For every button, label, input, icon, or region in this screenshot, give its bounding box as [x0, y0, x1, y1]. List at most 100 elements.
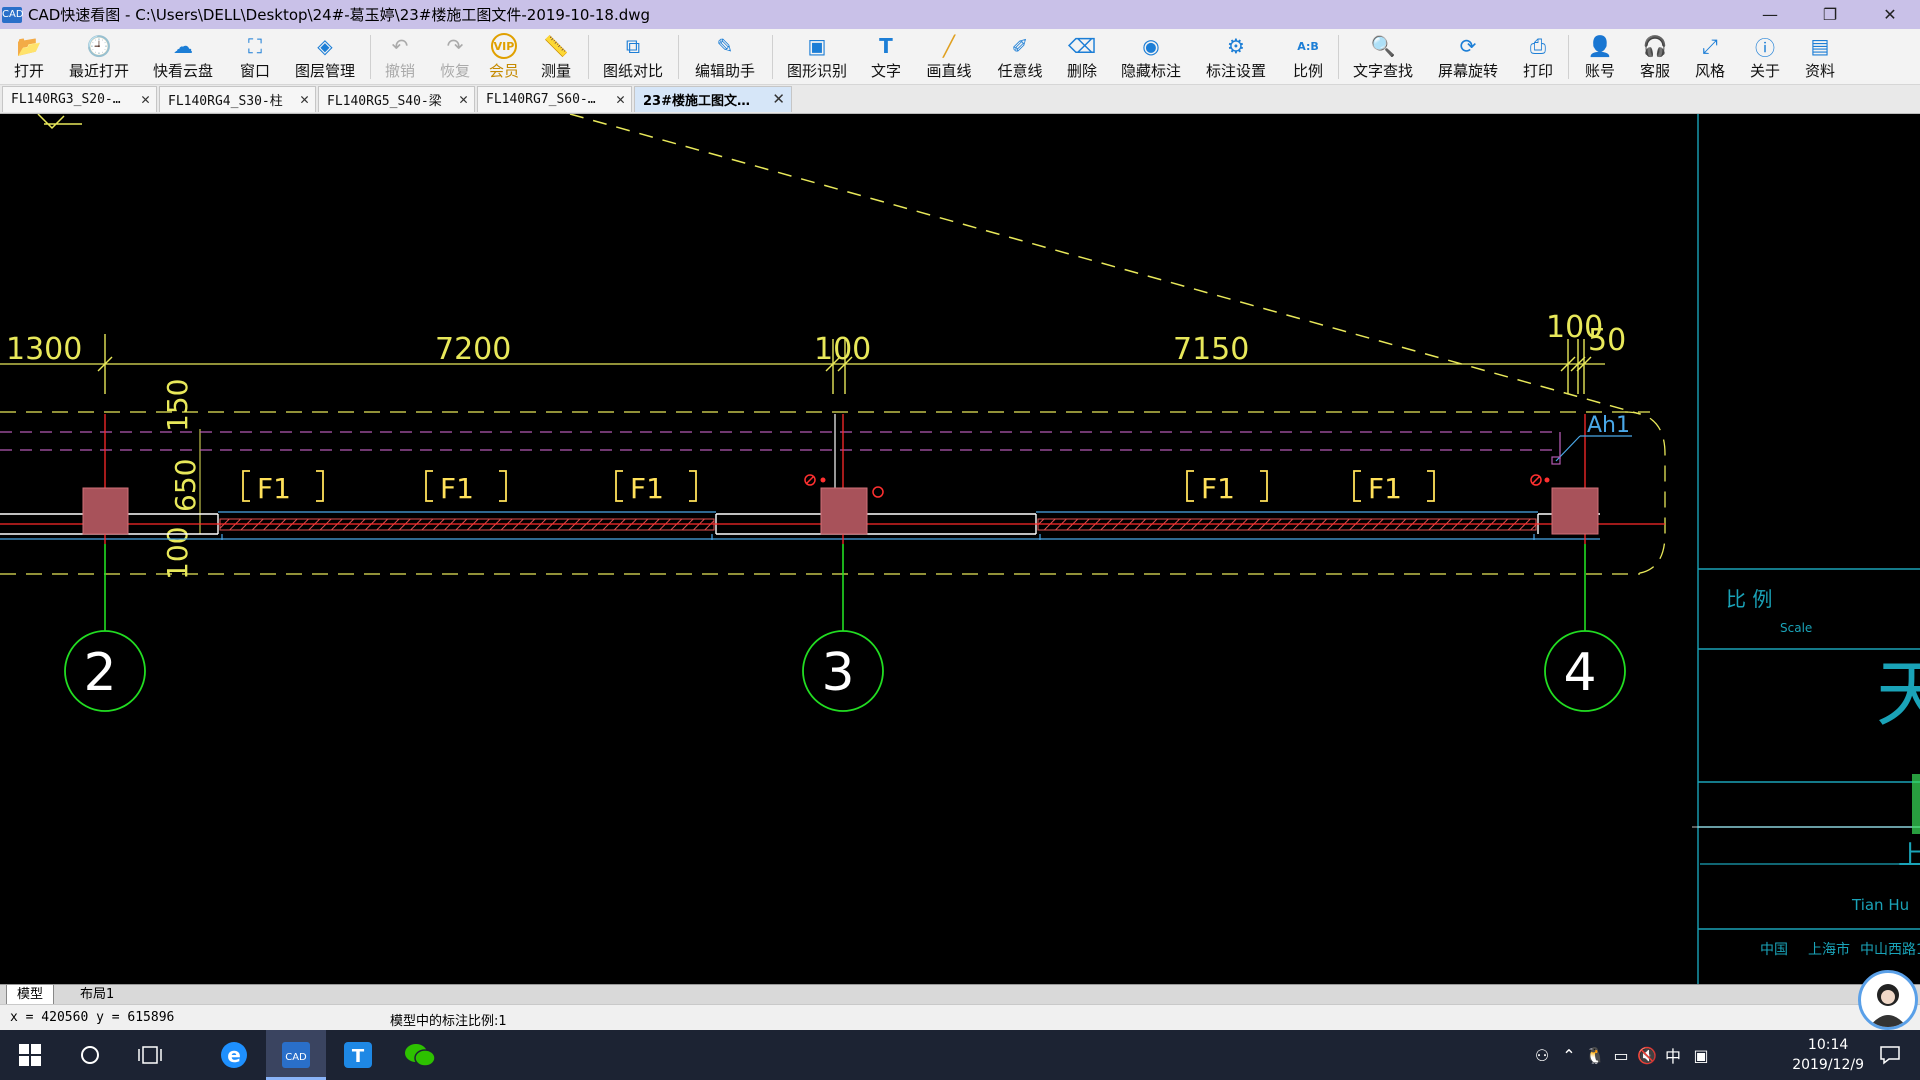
redo-icon: ↷ [446, 34, 464, 58]
docs-button[interactable]: ▤ 资料 [1800, 29, 1840, 84]
restore-button[interactable]: ❐ [1800, 0, 1860, 29]
green-marker [1912, 774, 1920, 834]
tab-close-icon[interactable]: ✕ [616, 90, 625, 108]
notification-button[interactable] [1860, 1030, 1920, 1080]
tab-fl140rg4[interactable]: FL140RG4_S30-柱 ✕ [159, 86, 316, 112]
drawing-compare-button[interactable]: ⧉ 图纸对比 [600, 29, 666, 84]
redo-button[interactable]: ↷ 恢复 [435, 29, 475, 84]
scale-icon: A:B [1297, 39, 1319, 53]
clock[interactable]: 10:14 2019/12/9 [1792, 1035, 1864, 1075]
rotate-screen-button[interactable]: ⟳ 屏幕旋转 [1435, 29, 1501, 84]
mute-icon[interactable]: 🔇 [1634, 1046, 1660, 1065]
rotate-screen-icon: ⟳ [1459, 34, 1477, 58]
app-tray-icon[interactable]: ▣ [1686, 1046, 1716, 1065]
column [1551, 487, 1599, 535]
info-icon: ⓘ [1755, 35, 1775, 60]
title-address: 中山西路18 [1860, 942, 1920, 958]
tab-fl140rg3[interactable]: FL140RG3_S20-… ✕ [2, 86, 157, 112]
open-button[interactable]: 📂 打开 [8, 29, 50, 84]
about-button[interactable]: ⓘ 关于 [1745, 29, 1785, 84]
title-big-char: 天 [1876, 652, 1920, 736]
layer-manager-button[interactable]: ◈ 图层管理 [292, 29, 358, 84]
column [82, 487, 129, 535]
cad-app-icon: CAD [282, 1042, 310, 1068]
axis-label: 2 [83, 643, 116, 703]
delete-button[interactable]: ⌫ 删除 [1062, 29, 1102, 84]
svg-text:T: T [352, 1046, 365, 1067]
avatar[interactable] [1858, 970, 1918, 1030]
start-button[interactable] [0, 1030, 60, 1080]
notification-icon [1880, 1046, 1900, 1065]
chevron-up-icon[interactable]: ⌃ [1556, 1046, 1582, 1065]
layer-manager-label: 图层管理 [294, 62, 355, 80]
qq-icon[interactable]: 🐧 [1582, 1046, 1608, 1065]
svg-text:e: e [227, 1043, 241, 1067]
style-button[interactable]: ⤢ 风格 [1690, 29, 1730, 84]
edit-assistant-button[interactable]: ✎ 编辑助手 [690, 29, 760, 84]
measure-button[interactable]: 📏 测量 [536, 29, 576, 84]
shape-recognize-label: 图形识别 [786, 62, 847, 80]
edit-assistant-label: 编辑助手 [694, 62, 755, 80]
tab-close-icon[interactable]: ✕ [141, 90, 150, 108]
axis-label: 3 [821, 643, 854, 703]
window-button[interactable]: ⛶ 窗口 [235, 29, 275, 84]
layers-icon: ◈ [317, 34, 333, 58]
dimension-labels: 1300 7200 100 7150 100 50 [6, 310, 1626, 367]
scale-button[interactable]: A:B 比例 [1288, 29, 1328, 84]
print-button[interactable]: ⎙ 打印 [1518, 29, 1558, 84]
measure-label: 测量 [540, 62, 571, 80]
shape-recognize-button[interactable]: ▣ 图形识别 [784, 29, 850, 84]
text-search-button[interactable]: 🔍 文字查找 [1350, 29, 1416, 84]
ime-indicator[interactable]: 中 [1660, 1043, 1686, 1067]
axis-labels: 2 3 4 [83, 643, 1596, 703]
account-label: 账号 [1584, 62, 1615, 80]
annotation-settings-button[interactable]: ⚙ 标注设置 [1203, 29, 1269, 84]
taskbar-cad[interactable]: CAD [266, 1030, 326, 1080]
annotation-settings-label: 标注设置 [1205, 62, 1266, 80]
style-icon: ⤢ [1702, 34, 1718, 58]
account-button[interactable]: 👤 账号 [1580, 29, 1620, 84]
text-button[interactable]: T 文字 [866, 29, 906, 84]
top-left-fragment [37, 114, 82, 130]
battery-icon[interactable]: ▭ [1608, 1046, 1634, 1065]
customer-service-button[interactable]: 🎧 客服 [1635, 29, 1675, 84]
vip-button[interactable]: VIP 会员 [484, 29, 524, 84]
undo-button[interactable]: ↶ 撤销 [380, 29, 420, 84]
print-label: 打印 [1522, 62, 1553, 80]
close-button[interactable]: ✕ [1860, 0, 1920, 29]
ruler-icon: 📏 [543, 34, 569, 58]
tab-close-icon[interactable]: ✕ [772, 90, 785, 108]
taskbar-wechat[interactable] [390, 1030, 450, 1080]
dim-label: 100 [814, 332, 871, 367]
recent-open-button[interactable]: 🕘 最近打开 [66, 29, 132, 84]
task-view-button[interactable] [120, 1030, 180, 1080]
beam-label: F1 [630, 472, 664, 505]
minimize-button[interactable]: — [1740, 0, 1800, 29]
toolbar-separator [772, 35, 773, 79]
folder-open-icon: 📂 [16, 34, 42, 58]
tab-close-icon[interactable]: ✕ [459, 90, 468, 108]
dim-label: 50 [1588, 323, 1626, 358]
drawing-canvas[interactable]: 1300 7200 100 7150 100 50 150 650 100 F1… [0, 114, 1920, 984]
title-small-char: 上 [1898, 841, 1920, 871]
taskbar-ie[interactable]: e [204, 1030, 264, 1080]
tab-label: 23#楼施工图文… [643, 94, 750, 109]
tab-model[interactable]: 模型 [6, 985, 55, 1005]
tab-fl140rg5[interactable]: FL140RG5_S40-梁 ✕ [318, 86, 475, 112]
windows-logo-icon [19, 1044, 41, 1066]
tab-23-building[interactable]: 23#楼施工图文… ✕ [634, 86, 792, 112]
tab-close-icon[interactable]: ✕ [300, 90, 309, 108]
cloud-drive-button[interactable]: ☁ 快看云盘 [150, 29, 216, 84]
taskbar-text-app[interactable]: T [328, 1030, 388, 1080]
vip-icon: VIP [491, 33, 517, 59]
column [820, 487, 868, 535]
tab-fl140rg7[interactable]: FL140RG7_S60-… ✕ [477, 86, 632, 112]
hide-annotation-button[interactable]: ◉ 隐藏标注 [1118, 29, 1184, 84]
person-icon[interactable]: ⚇ [1528, 1046, 1556, 1065]
search-button[interactable] [60, 1030, 120, 1080]
beam-label: F1 [257, 472, 291, 505]
about-label: 关于 [1749, 62, 1780, 80]
draw-line-button[interactable]: ╱ 画直线 [923, 29, 975, 84]
tab-layout1[interactable]: 布局1 [70, 985, 124, 1004]
freehand-line-button[interactable]: ✐ 任意线 [994, 29, 1046, 84]
